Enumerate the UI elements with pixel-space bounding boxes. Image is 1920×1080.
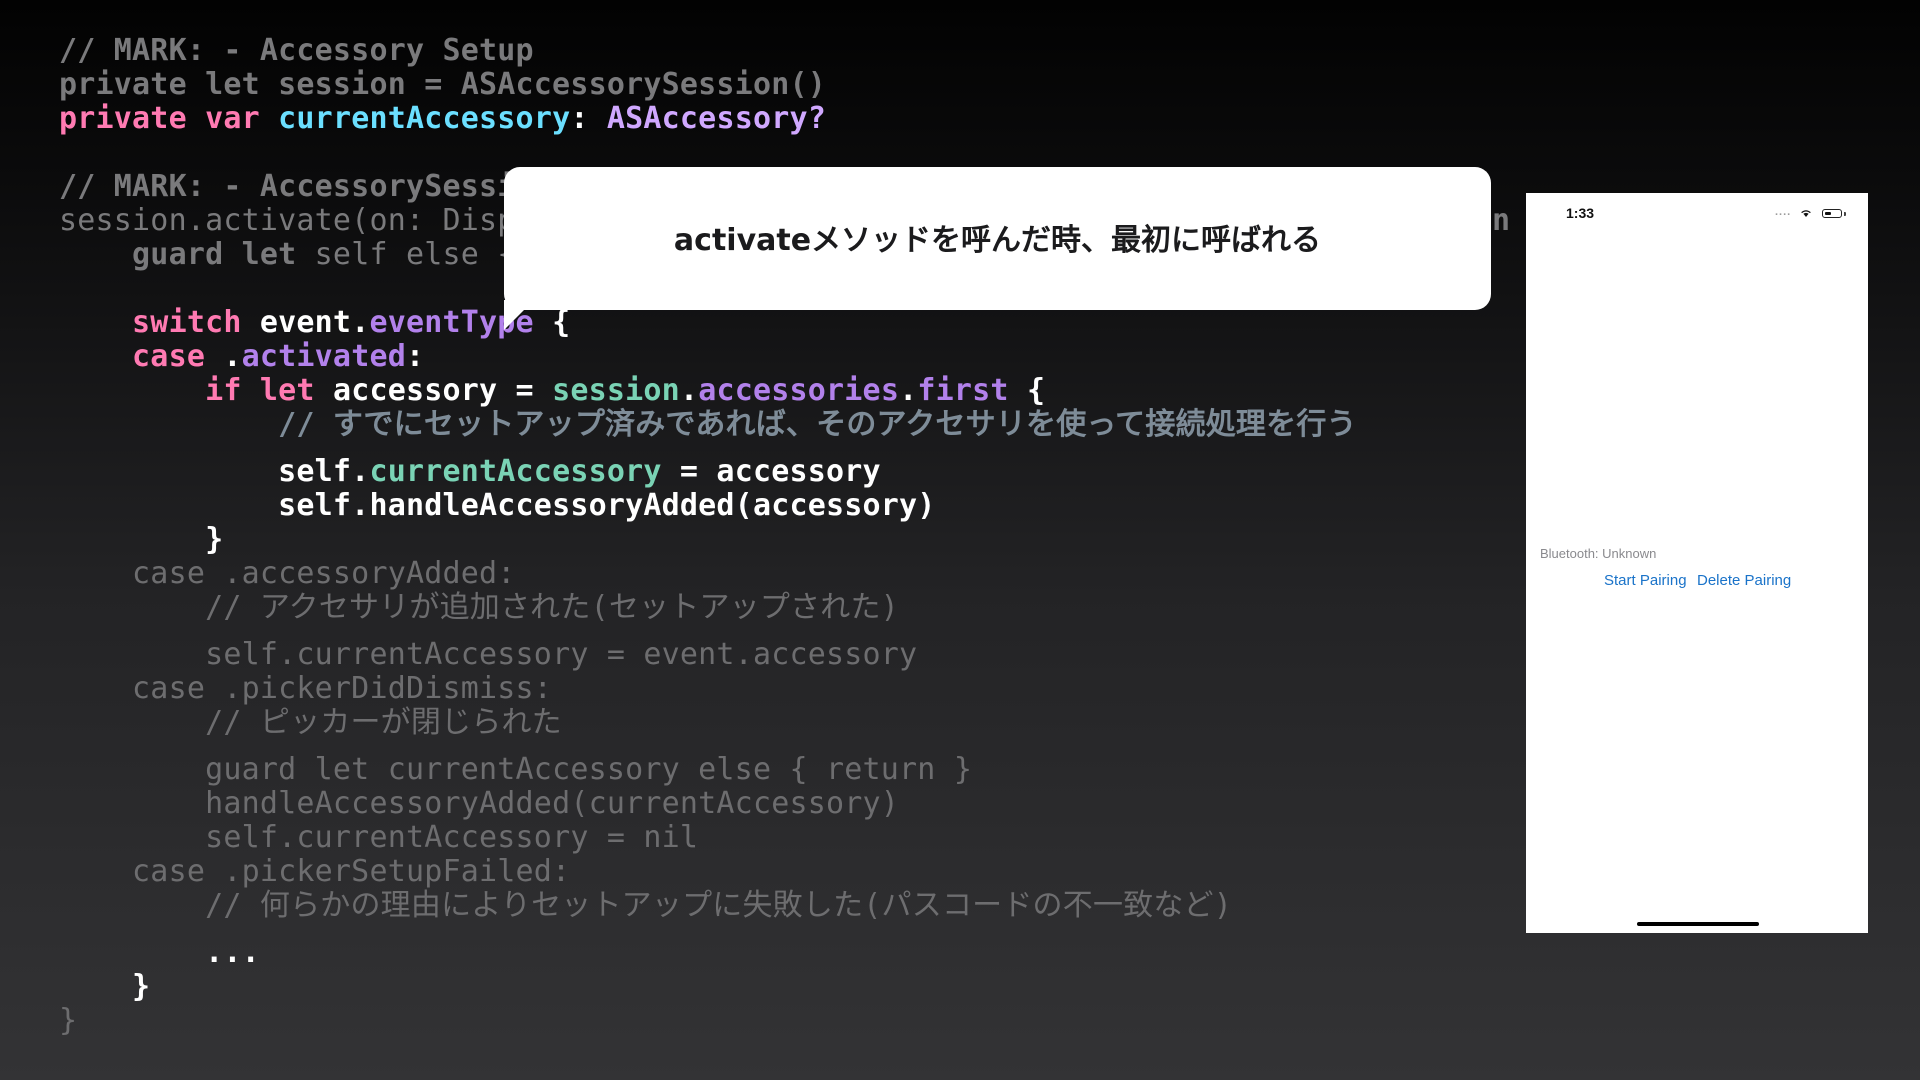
code-line-assign-event: self.currentAccessory = event.accessory [205,637,918,672]
code-line-closure-close: } [59,1003,78,1038]
code-line-case-setup-failed: case .pickerSetupFailed: [132,854,571,889]
code-line-current-accessory: private var currentAccessory: ASAccessor… [59,101,827,136]
code-comment-picker-closed: // ピッカーが閉じられた [205,705,562,740]
code-line-activate: session.activate(on: Dispa [59,203,534,238]
code-comment-accessory-added: // アクセサリが追加された(セットアップされた) [205,590,899,625]
code-line-if-close: } [205,522,224,557]
code-line-ellipsis: ... [205,935,260,970]
code-comment-setup-failed: // 何らかの理由によりセットアップに失敗した(パスコードの不一致など) [205,888,1233,923]
code-line-switch: switch event.eventType { [132,305,571,340]
code-line-mark-setup: // MARK: - Accessory Setup [59,33,534,68]
keyword-private-var: private var [59,101,260,136]
code-line-guard-self: guard let self else { [132,237,516,272]
code-line-guard-current: guard let currentAccessory else { return… [205,752,973,787]
code-line-handle-current: handleAccessoryAdded(currentAccessory) [205,786,900,821]
identifier-current-accessory: currentAccessory [278,101,571,136]
code-line-case-accessory-added: case .accessoryAdded: [132,556,516,591]
code-line-activate-tail: n [1492,203,1511,238]
code-line-reset-current: self.currentAccessory = nil [205,820,699,855]
delete-pairing-button[interactable]: Delete Pairing [1697,572,1791,589]
code-comment-already-setup: // すでにセットアップ済みであれば、そのアクセサリを使って接続処理を行う [278,407,1357,442]
code-line-handle-added: self.handleAccessoryAdded(accessory) [278,488,936,523]
code-line-if-let: if let accessory = session.accessories.f… [205,373,1046,408]
callout-text: activateメソッドを呼んだ時、最初に呼ばれる [673,223,1322,258]
type-as-accessory: ASAccessory? [606,101,827,136]
battery-nub [1844,212,1846,216]
code-line-mark-session: // MARK: - AccessorySessio [59,169,534,204]
phone-screen: 1:33 .... Bluetooth: Unknown Start Pairi… [1526,193,1868,933]
wifi-icon [1801,210,1811,217]
signal-icon: .... [1775,206,1792,218]
home-indicator[interactable] [1637,922,1759,926]
code-line-session: private let session = ASAccessorySession… [59,67,826,102]
bluetooth-status-label: Bluetooth: Unknown [1540,546,1657,561]
code-line-switch-close: } [132,969,151,1004]
battery-level [1825,212,1831,215]
start-pairing-button[interactable]: Start Pairing [1604,572,1687,589]
callout-bubble: activateメソッドを呼んだ時、最初に呼ばれる [504,167,1491,310]
code-line-assign-current: self.currentAccessory = accessory [278,454,881,489]
status-time: 1:33 [1566,205,1595,221]
code-line-case-picker-dismiss: case .pickerDidDismiss: [132,671,553,706]
code-line-case-activated: case .activated: [132,339,425,374]
callout-pointer [504,300,534,330]
battery-icon [1822,209,1842,218]
